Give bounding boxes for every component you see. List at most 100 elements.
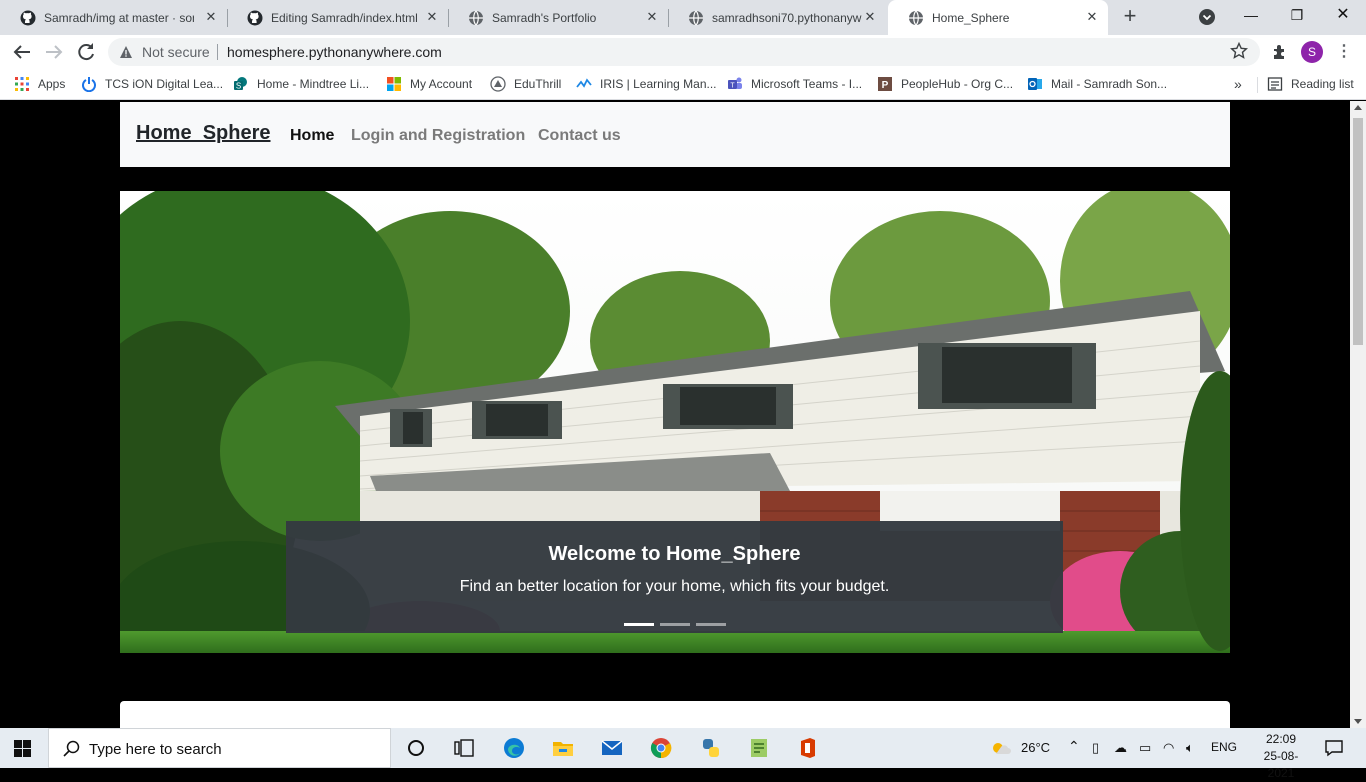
weather-temperature[interactable]: 26°C (1021, 740, 1050, 755)
profile-avatar[interactable]: S (1301, 41, 1323, 63)
bookmarks-overflow[interactable]: » (1234, 76, 1242, 92)
globe-icon (909, 10, 923, 25)
hero-carousel: Welcome to Home_Sphere Find an better lo… (120, 191, 1230, 653)
notifications-icon[interactable] (1324, 738, 1344, 758)
bookmark-apps[interactable]: Apps (14, 76, 65, 92)
close-tab-icon[interactable]: ✕ (862, 9, 878, 25)
bookmark-eduthrill[interactable]: EduThrill (490, 76, 561, 92)
tab-title: Editing Samradh/index.html at master (271, 10, 421, 25)
teams-icon: T (728, 77, 742, 90)
address-bar[interactable]: Not secure homesphere.pythonanywhere.com (108, 38, 1260, 66)
extensions-puzzle-icon[interactable] (1271, 43, 1289, 61)
new-tab-icon[interactable]: + (1118, 5, 1142, 29)
forward-arrow-icon[interactable] (42, 40, 66, 64)
reading-list-button[interactable]: Reading list (1267, 76, 1354, 92)
back-arrow-icon[interactable] (10, 40, 34, 64)
bookmark-my-account[interactable]: My Account (386, 76, 472, 92)
tab-strip: Samradh/img at master · sonisamradh ✕ Ed… (0, 0, 1366, 35)
scroll-down-arrow-icon[interactable] (1354, 719, 1362, 724)
taskbar-clock[interactable]: 22:09 25-08-2021 (1252, 731, 1310, 782)
volume-icon[interactable]: 🔈︎ (1186, 740, 1194, 756)
warning-icon[interactable] (119, 45, 133, 59)
close-tab-icon[interactable]: ✕ (203, 9, 219, 25)
nav-contact-us[interactable]: Contact us (538, 127, 621, 145)
globe-icon (689, 10, 703, 25)
restore-icon[interactable]: ❐ (1274, 0, 1320, 32)
browser-tab-3[interactable]: Samradh's Portfolio ✕ (448, 0, 669, 35)
browser-menu-icon[interactable]: ⋮ (1336, 42, 1352, 62)
bookmark-teams[interactable]: T Microsoft Teams - I... (727, 76, 862, 92)
browser-tab-4[interactable]: samradhsoni70.pythonanywhere.com ✕ (668, 0, 886, 35)
nav-login-registration[interactable]: Login and Registration (351, 127, 525, 145)
browser-tab-2[interactable]: Editing Samradh/index.html at master ✕ (227, 0, 449, 35)
bookmark-label: My Account (410, 77, 473, 91)
close-tab-icon[interactable]: ✕ (424, 9, 440, 25)
bookmark-label: Mail - Samradh Son... (1051, 77, 1168, 91)
notepad-plus-icon[interactable] (747, 736, 771, 760)
carousel-indicators (624, 623, 726, 626)
bookmark-star-icon[interactable] (1230, 42, 1248, 60)
tab-search-icon[interactable] (1198, 8, 1216, 26)
eduthrill-icon (490, 76, 506, 92)
language-indicator[interactable]: ENG (1211, 740, 1237, 754)
bookmarks-bar: Apps TCS iON Digital Lea... S Home - Min… (0, 69, 1366, 100)
file-explorer-icon[interactable] (551, 736, 575, 760)
browser-tab-1[interactable]: Samradh/img at master · sonisamradh ✕ (0, 0, 228, 35)
carousel-indicator-2[interactable] (660, 623, 690, 626)
edge-icon[interactable] (502, 736, 526, 760)
cortana-icon[interactable] (404, 736, 428, 760)
svg-text:P: P (882, 80, 889, 91)
apps-grid-icon (15, 77, 29, 91)
microsoft-icon (387, 77, 401, 91)
bookmark-label: PeopleHub - Org C... (901, 77, 1014, 91)
office-icon[interactable] (796, 736, 820, 760)
reload-icon[interactable] (74, 40, 98, 64)
nav-home[interactable]: Home (290, 127, 334, 145)
bookmark-tcs-ion[interactable]: TCS iON Digital Lea... (81, 76, 223, 92)
svg-text:S: S (236, 82, 241, 91)
security-label[interactable]: Not secure (142, 44, 210, 60)
search-icon (63, 740, 80, 757)
minimize-icon[interactable]: — (1228, 0, 1274, 32)
bookmark-mindtree[interactable]: S Home - Mindtree Li... (233, 76, 369, 92)
page-scrollbar[interactable] (1350, 101, 1366, 728)
tab-title: Samradh's Portfolio (492, 10, 597, 25)
task-view-icon[interactable] (452, 736, 476, 760)
omnibox-divider (217, 44, 218, 60)
close-tab-icon[interactable]: ✕ (1084, 9, 1100, 25)
power-icon (82, 77, 96, 92)
onedrive-icon[interactable]: ☁ (1114, 740, 1127, 756)
battery-icon[interactable]: ▭ (1139, 740, 1151, 756)
outlook-icon (1028, 78, 1042, 90)
carousel-heading: Welcome to Home_Sphere (548, 543, 801, 565)
url-text[interactable]: homesphere.pythonanywhere.com (227, 44, 442, 60)
wifi-icon[interactable]: ◠ (1163, 740, 1174, 756)
svg-text:T: T (730, 83, 735, 90)
carousel-indicator-1[interactable] (624, 623, 654, 626)
taskbar-search[interactable]: Type here to search (48, 728, 391, 768)
page-viewport: Home_Sphere Home Login and Registration … (0, 101, 1350, 728)
browser-tab-5-active[interactable]: Home_Sphere ✕ (888, 0, 1108, 35)
carousel-text: Find an better location for your home, w… (459, 578, 890, 595)
mail-icon[interactable] (600, 736, 624, 760)
bookmarks-separator (1257, 77, 1258, 93)
iris-icon (576, 78, 592, 88)
windows-start-icon[interactable] (14, 740, 31, 757)
browser-toolbar: Not secure homesphere.pythonanywhere.com… (0, 35, 1366, 69)
tab-title: Samradh/img at master · sonisamradh (44, 10, 194, 25)
scrollbar-thumb[interactable] (1353, 118, 1363, 345)
bookmark-iris[interactable]: IRIS | Learning Man... (576, 76, 717, 92)
weather-icon[interactable] (988, 736, 1012, 760)
site-brand[interactable]: Home_Sphere (136, 122, 271, 145)
scroll-up-arrow-icon[interactable] (1354, 105, 1362, 110)
tray-expand-icon[interactable]: ⌃ (1068, 738, 1080, 755)
tray-devices-icon[interactable]: ▯ (1092, 740, 1099, 756)
close-tab-icon[interactable]: ✕ (644, 9, 660, 25)
bookmark-mail[interactable]: Mail - Samradh Son... (1027, 76, 1167, 92)
chrome-icon[interactable] (649, 736, 673, 760)
python-icon[interactable] (699, 736, 723, 760)
carousel-indicator-3[interactable] (696, 623, 726, 626)
globe-icon (469, 10, 483, 25)
close-window-icon[interactable]: ✕ (1320, 0, 1366, 32)
bookmark-peoplehub[interactable]: P PeopleHub - Org C... (877, 76, 1013, 92)
